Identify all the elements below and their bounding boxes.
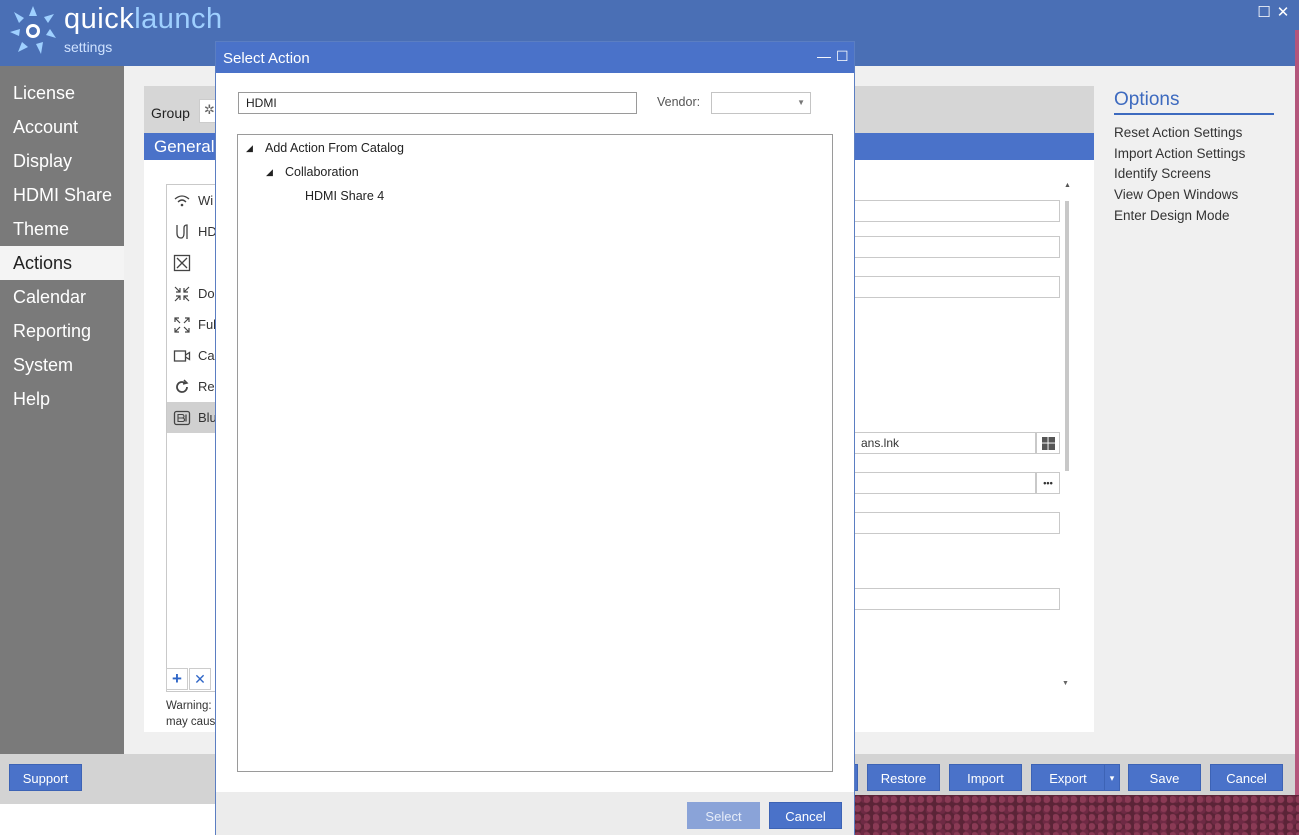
logo-quick-text: quick bbox=[64, 3, 135, 35]
action-label: Ful bbox=[198, 317, 217, 332]
warning-line-1: Warning: bbox=[166, 700, 212, 712]
save-button[interactable]: Save bbox=[1128, 764, 1201, 791]
scrollbar-thumb[interactable] bbox=[1065, 201, 1069, 471]
action-field-2[interactable] bbox=[854, 236, 1060, 258]
gear-icon: ✲ bbox=[204, 102, 215, 117]
cancel-button[interactable]: Cancel bbox=[1210, 764, 1283, 791]
scroll-up-icon[interactable]: ▲ bbox=[1064, 182, 1071, 189]
camera-icon bbox=[173, 350, 191, 362]
close-box-icon bbox=[173, 254, 191, 272]
sidebar-item-account[interactable]: Account bbox=[0, 110, 124, 144]
tree-node-collaboration[interactable]: Collaboration bbox=[285, 165, 359, 179]
view-open-windows-link[interactable]: View Open Windows bbox=[1114, 187, 1238, 202]
chevron-down-icon: ▼ bbox=[797, 98, 805, 107]
remove-action-button[interactable]: ✕ bbox=[189, 668, 211, 690]
sidebar-item-system[interactable]: System bbox=[0, 348, 124, 382]
action-catalog-tree: ◢ Add Action From Catalog ◢ Collaboratio… bbox=[237, 134, 833, 772]
tree-node-catalog-root[interactable]: Add Action From Catalog bbox=[265, 141, 404, 155]
close-window-icon[interactable]: ✕ bbox=[1275, 3, 1291, 21]
action-field-4[interactable] bbox=[854, 512, 1060, 534]
options-title: Options bbox=[1114, 89, 1180, 110]
sidebar-item-actions[interactable]: Actions bbox=[0, 246, 124, 280]
desktop-background bbox=[1295, 30, 1299, 835]
warning-text: Warning: may caus bbox=[166, 698, 216, 730]
select-button[interactable]: Select bbox=[687, 802, 760, 829]
sidebar-item-display[interactable]: Display bbox=[0, 144, 124, 178]
logo-settings-text: settings bbox=[64, 39, 113, 55]
dialog-cancel-button[interactable]: Cancel bbox=[769, 802, 842, 829]
windows-browse-button[interactable] bbox=[1036, 432, 1060, 454]
sidebar-item-calendar[interactable]: Calendar bbox=[0, 280, 124, 314]
action-field-1[interactable] bbox=[854, 200, 1060, 222]
windows-icon bbox=[1041, 437, 1055, 450]
desktop-background bbox=[855, 795, 1299, 835]
action-field-3[interactable] bbox=[854, 276, 1060, 298]
sidebar-item-theme[interactable]: Theme bbox=[0, 212, 124, 246]
bluejeans-icon bbox=[173, 410, 191, 426]
sidebar: License Account Display HDMI Share Theme… bbox=[0, 66, 124, 754]
wifi-icon bbox=[174, 195, 190, 207]
more-options-button[interactable]: ••• bbox=[1036, 472, 1060, 494]
warning-line-2: may caus bbox=[166, 716, 216, 728]
action-label: Do bbox=[198, 286, 215, 301]
refresh-icon bbox=[176, 379, 189, 393]
support-button[interactable]: Support bbox=[9, 764, 82, 791]
import-action-settings-link[interactable]: Import Action Settings bbox=[1114, 146, 1245, 161]
sidebar-item-reporting[interactable]: Reporting bbox=[0, 314, 124, 348]
logo-text: quicklaunch bbox=[64, 3, 223, 36]
sidebar-item-help[interactable]: Help bbox=[0, 382, 124, 416]
sidebar-item-license[interactable]: License bbox=[0, 76, 124, 110]
action-field-5[interactable] bbox=[854, 588, 1060, 610]
quicklaunch-logo-icon bbox=[10, 6, 56, 54]
enter-design-mode-link[interactable]: Enter Design Mode bbox=[1114, 208, 1230, 223]
action-label: HD bbox=[198, 224, 217, 239]
vendor-label: Vendor: bbox=[657, 95, 701, 109]
export-dropdown-button[interactable]: ▾ bbox=[1104, 764, 1120, 791]
group-label: Group bbox=[151, 105, 190, 121]
identify-screens-link[interactable]: Identify Screens bbox=[1114, 166, 1211, 181]
dialog-title: Select Action bbox=[223, 50, 310, 67]
arguments-field[interactable] bbox=[854, 472, 1036, 494]
options-divider bbox=[1114, 113, 1274, 115]
action-label: Wi bbox=[198, 193, 214, 208]
vendor-select[interactable]: ▼ bbox=[711, 92, 811, 114]
export-button[interactable]: Export bbox=[1031, 764, 1105, 791]
expand-arrows-icon bbox=[174, 317, 190, 333]
select-action-dialog: Select Action — ☐ Vendor: ▼ ◢ Add Action… bbox=[215, 41, 855, 835]
tab-general[interactable]: General bbox=[154, 137, 214, 157]
tree-node-hdmi-share-4[interactable]: HDMI Share 4 bbox=[305, 189, 384, 203]
dialog-title-bar: Select Action — ☐ bbox=[216, 42, 854, 73]
below-window-area bbox=[0, 804, 216, 835]
tree-expanded-icon[interactable]: ◢ bbox=[246, 143, 253, 154]
action-label: Ca bbox=[198, 348, 215, 363]
restore-button[interactable]: Restore bbox=[867, 764, 940, 791]
sidebar-item-hdmi-share[interactable]: HDMI Share bbox=[0, 178, 124, 212]
scroll-down-icon[interactable]: ▼ bbox=[1062, 680, 1069, 687]
maximize-window-icon[interactable]: ☐ bbox=[1256, 3, 1272, 21]
maximize-dialog-icon[interactable]: ☐ bbox=[836, 48, 849, 65]
minimize-dialog-icon[interactable]: — bbox=[817, 48, 831, 64]
tree-expanded-icon[interactable]: ◢ bbox=[266, 167, 273, 178]
action-search-input[interactable] bbox=[238, 92, 637, 114]
dialog-footer: Select Cancel bbox=[216, 792, 854, 835]
path-field[interactable]: ans.lnk bbox=[854, 432, 1036, 454]
logo-launch-text: launch bbox=[134, 3, 223, 35]
collapse-arrows-icon bbox=[174, 286, 190, 302]
reset-action-settings-link[interactable]: Reset Action Settings bbox=[1114, 125, 1242, 140]
import-button[interactable]: Import bbox=[949, 764, 1022, 791]
add-action-button[interactable]: + bbox=[166, 668, 188, 690]
vertical-scrollbar[interactable]: ▲ bbox=[1064, 182, 1071, 479]
hdmi-cable-icon bbox=[176, 224, 188, 239]
action-label: Blu bbox=[198, 410, 217, 425]
